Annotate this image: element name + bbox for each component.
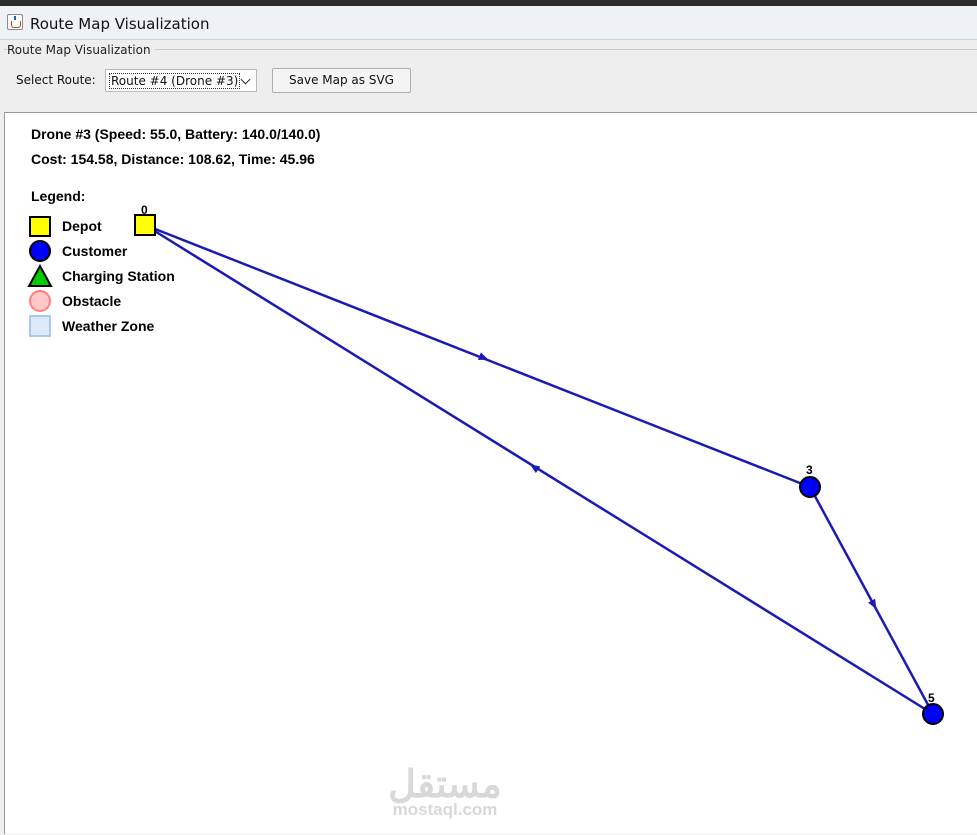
node-label: 3 (806, 463, 813, 477)
charging-station-triangle-icon (27, 263, 53, 287)
weather-zone-square-icon (29, 315, 51, 337)
java-app-icon (7, 14, 23, 30)
watermark-latin: mostaql.com (393, 800, 498, 819)
legend-label-charging-station: Charging Station (62, 268, 175, 284)
route-edge-0-3 (144, 223, 811, 489)
route-select-value: Route #4 (Drone #3) (109, 73, 241, 89)
map-svg: Drone #3 (Speed: 55.0, Battery: 140.0/14… (27, 126, 944, 819)
legend-item-customer: Customer (29, 240, 128, 262)
legend-label-weather-zone: Weather Zone (62, 318, 155, 334)
route-select[interactable]: Route #4 (Drone #3) (105, 69, 257, 92)
route-cost-text: Cost: 154.58, Distance: 108.62, Time: 45… (31, 151, 315, 167)
customer-circle-icon (799, 476, 821, 498)
title-bar: Route Map Visualization (0, 6, 977, 40)
watermark: مستقل mostaql.com (388, 764, 502, 819)
legend-label-depot: Depot (62, 218, 102, 234)
save-svg-button[interactable]: Save Map as SVG (272, 68, 411, 93)
route-edge-5-0 (144, 223, 934, 716)
node-customer-5[interactable]: 5 (922, 691, 944, 725)
map-canvas: Drone #3 (Speed: 55.0, Battery: 140.0/14… (4, 112, 977, 834)
drone-info-text: Drone #3 (Speed: 55.0, Battery: 140.0/14… (31, 126, 320, 142)
route-edges (144, 223, 935, 716)
node-depot-0[interactable]: 0 (134, 203, 156, 236)
depot-square-icon (29, 216, 51, 237)
node-customer-3[interactable]: 3 (799, 463, 821, 498)
customer-circle-icon (922, 703, 944, 725)
legend-label-customer: Customer (62, 243, 128, 259)
node-label: 5 (928, 691, 935, 705)
legend-item-weather-zone: Weather Zone (29, 315, 155, 337)
select-route-label: Select Route: (16, 73, 96, 87)
legend-item-charging-station: Charging Station (27, 263, 175, 287)
depot-square-icon (134, 214, 156, 236)
chevron-down-icon[interactable] (240, 74, 251, 85)
group-title: Route Map Visualization (7, 43, 155, 57)
obstacle-circle-icon (29, 290, 51, 312)
legend-item-obstacle: Obstacle (29, 290, 121, 312)
legend-label-obstacle: Obstacle (62, 293, 121, 309)
legend-item-depot: Depot (29, 216, 102, 237)
window-title: Route Map Visualization (30, 15, 210, 33)
route-edge-3-5 (808, 486, 935, 715)
node-label: 0 (141, 203, 148, 217)
customer-circle-icon (29, 240, 51, 262)
legend-title: Legend: (31, 188, 85, 204)
